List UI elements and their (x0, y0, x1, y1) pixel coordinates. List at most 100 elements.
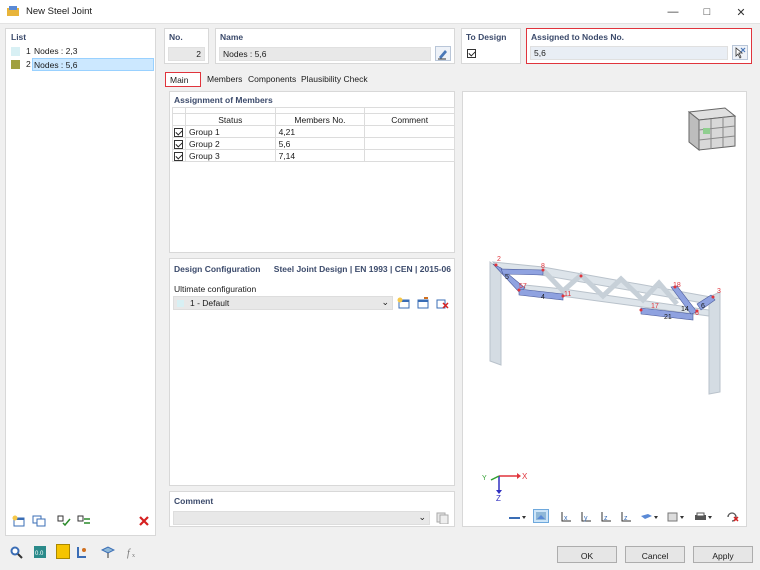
assignment-header: Assignment of Members (174, 95, 273, 105)
comment-field[interactable]: ⌄ (173, 511, 430, 525)
list-item[interactable]: 1 Nodes : 2,3 (7, 45, 155, 58)
node-label: 6 (695, 310, 699, 317)
row-members[interactable]: 7,14 (274, 149, 366, 162)
close-icon[interactable]: ✕ (724, 0, 758, 24)
no-label: No. (169, 32, 183, 42)
row-comment[interactable] (364, 137, 455, 150)
svg-text:y: y (584, 515, 588, 522)
apply-button[interactable]: Apply (693, 546, 753, 563)
table-row[interactable]: Group 1 4,21 (172, 125, 455, 138)
color-swatch (11, 47, 20, 56)
ultimate-config-select[interactable]: 1 - Default ⌄ (173, 296, 393, 310)
view-cube-icon[interactable] (687, 107, 737, 152)
uncheck-all-icon[interactable] (76, 514, 92, 528)
axis-z-label: Z (496, 494, 501, 503)
name-panel: Name Nodes : 5,6 (215, 28, 455, 64)
reset-view-icon[interactable] (725, 510, 741, 524)
view-x-icon[interactable]: x (558, 510, 574, 524)
name-label: Name (220, 32, 244, 42)
no-field[interactable]: 2 (168, 47, 205, 61)
node-label: 57 (519, 283, 527, 290)
col-status: Status (184, 113, 276, 126)
design-config-panel: Design Configuration Steel Joint Design … (169, 258, 455, 486)
chevron-down-icon: ⌄ (381, 297, 389, 307)
render-view-icon[interactable] (533, 509, 549, 523)
node-label: 18 (673, 282, 681, 289)
row-status: Group 3 (184, 149, 276, 162)
iso-view-icon[interactable] (639, 510, 661, 524)
ultimate-config-label: Ultimate configuration (174, 284, 257, 294)
units-icon[interactable]: 0.0 (32, 545, 48, 559)
tab-components[interactable]: Components (244, 72, 300, 87)
edit-name-button[interactable] (435, 46, 451, 61)
color-icon[interactable] (56, 544, 70, 559)
table-row[interactable]: Group 3 7,14 (172, 149, 455, 162)
model-viewport[interactable]: 2 8 5 57 4 11 17 18 14 21 6 6 3 X Y Z x … (462, 91, 747, 527)
node-label: 17 (651, 303, 659, 310)
member-label: 5 (505, 274, 509, 281)
list-item-selected[interactable]: 2 Nodes : 5,6 (7, 58, 155, 71)
cancel-button[interactable]: Cancel (625, 546, 685, 563)
comment-header: Comment (174, 496, 214, 506)
comment-library-icon[interactable] (434, 511, 450, 525)
svg-text:x: x (564, 515, 568, 522)
name-field[interactable]: Nodes : 5,6 (219, 47, 431, 61)
assigned-nodes-label: Assigned to Nodes No. (531, 32, 625, 42)
tab-members[interactable]: Members (203, 72, 246, 87)
pick-nodes-button[interactable] (732, 45, 748, 60)
tab-main[interactable]: Main (165, 72, 201, 87)
title-bar: New Steel Joint — □ ✕ (0, 0, 760, 24)
row-members[interactable]: 4,21 (274, 125, 366, 138)
select-members-icon[interactable] (75, 545, 91, 559)
row-comment[interactable] (364, 125, 455, 138)
view-z-icon[interactable]: z (598, 510, 614, 524)
ok-button[interactable]: OK (557, 546, 617, 563)
svg-text:f: f (127, 548, 131, 559)
model-icon[interactable] (100, 545, 116, 559)
view-minus-y-icon[interactable]: y (578, 510, 594, 524)
row-comment[interactable] (364, 149, 455, 162)
to-design-checkbox[interactable] (467, 49, 476, 59)
node-label: 8 (541, 263, 545, 270)
box-view-icon[interactable] (665, 510, 687, 524)
assigned-nodes-field[interactable]: 5,6 (530, 46, 728, 60)
design-standard: Steel Joint Design | EN 1993 | CEN | 201… (273, 264, 451, 274)
color-swatch (11, 60, 20, 69)
copy-item-icon[interactable] (31, 514, 47, 528)
row-members[interactable]: 5,6 (274, 137, 366, 150)
assignment-panel: Assignment of Members Status Members No.… (169, 91, 455, 253)
to-design-label: To Design (466, 32, 507, 42)
row-checkbox[interactable] (174, 151, 183, 161)
design-config-header: Design Configuration (174, 264, 261, 274)
table-row[interactable]: Group 2 5,6 (172, 137, 455, 150)
edit-config-icon[interactable] (415, 296, 431, 310)
row-checkbox[interactable] (174, 127, 183, 137)
window-title: New Steel Joint (26, 6, 93, 17)
view-minus-z-icon[interactable]: z (618, 510, 634, 524)
pick-cursor-icon (735, 47, 746, 59)
row-checkbox[interactable] (174, 139, 183, 149)
delete-icon[interactable] (136, 514, 152, 528)
row-status: Group 1 (184, 125, 276, 138)
tab-plausibility-check[interactable]: Plausibility Check (297, 72, 372, 87)
help-search-icon[interactable] (8, 545, 24, 559)
row-status: Group 2 (184, 137, 276, 150)
display-options-icon[interactable] (507, 510, 529, 524)
config-swatch (177, 300, 184, 307)
member-label: 6 (701, 303, 705, 310)
check-all-icon[interactable] (56, 514, 72, 528)
member-label: 14 (681, 306, 689, 313)
new-config-icon[interactable] (396, 296, 412, 310)
minimize-icon[interactable]: — (656, 0, 690, 24)
axis-x-label: X (522, 472, 528, 481)
members-table: Status Members No. Comment Group 1 4,21 … (172, 107, 455, 162)
new-item-icon[interactable] (11, 514, 27, 528)
member-label: 4 (541, 294, 545, 301)
formula-icon[interactable]: fx (124, 545, 140, 559)
print-icon[interactable] (693, 510, 715, 524)
col-comment: Comment (364, 113, 455, 126)
assigned-nodes-panel: Assigned to Nodes No. 5,6 (526, 28, 752, 64)
maximize-icon[interactable]: □ (690, 0, 724, 24)
list-panel: List 1 Nodes : 2,3 2 Nodes : 5,6 (5, 28, 156, 536)
delete-config-icon[interactable] (434, 296, 450, 310)
